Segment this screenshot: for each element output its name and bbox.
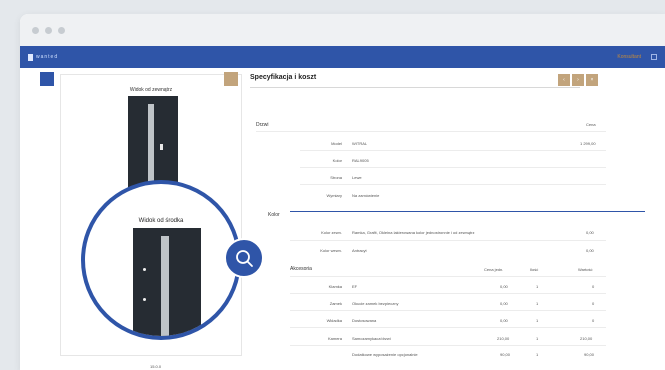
- divider: [300, 184, 606, 185]
- zoom-search-button[interactable]: [224, 238, 264, 278]
- col-header-total: Wartość: [578, 267, 593, 272]
- col-header-qty: Ilość: [530, 267, 539, 272]
- app-header: wanted Konsultant: [20, 46, 665, 68]
- row-value: Ramka, Grafit, Okleina lakierowana kolor…: [352, 230, 475, 235]
- section-underline: [290, 211, 645, 212]
- brand-logo[interactable]: wanted: [28, 53, 59, 61]
- row-value: Na zamówienie: [352, 193, 380, 198]
- section-doors: Drzwi: [256, 122, 269, 128]
- door-handle: [161, 236, 169, 336]
- section-color: Kolor: [268, 212, 280, 218]
- row-label: Zamek: [329, 301, 342, 306]
- row-unit: 0,00: [500, 318, 508, 323]
- price-header: Cena: [586, 122, 596, 127]
- divider: [290, 293, 606, 294]
- row-total: 0: [592, 284, 595, 289]
- window-dot[interactable]: [32, 26, 39, 34]
- row-price: 0,00: [586, 248, 594, 253]
- row-unit: 90,00: [500, 352, 511, 357]
- view-toggle-button[interactable]: [224, 72, 238, 86]
- door-bolt: [143, 298, 146, 301]
- row-unit: 210,00: [497, 336, 510, 341]
- user-name[interactable]: Konsultant: [617, 54, 641, 60]
- row-qty: 1: [536, 318, 539, 323]
- door-inside-image: [133, 228, 201, 336]
- row-qty: 1: [536, 352, 539, 357]
- row-label: Model: [331, 141, 342, 146]
- panel-footer-label: 15.0.0: [150, 364, 162, 369]
- brand-name: wanted: [36, 54, 59, 60]
- divider: [290, 327, 606, 328]
- row-label: Kolor wewn.: [320, 248, 342, 253]
- row-label: Kolor zewn.: [321, 230, 342, 235]
- row-total: 210,00: [580, 336, 593, 341]
- next-button[interactable]: ›: [572, 74, 584, 86]
- door-price: 1 299,00: [580, 141, 596, 146]
- window-titlebar: [20, 14, 665, 46]
- row-value: WITRAL: [352, 141, 368, 146]
- door-bolt: [143, 268, 146, 271]
- row-total: 0: [592, 318, 595, 323]
- divider: [290, 240, 606, 241]
- row-label: Wymiary: [326, 193, 342, 198]
- logo-icon: [28, 53, 33, 61]
- row-total: 90,00: [584, 352, 595, 357]
- row-label: Strona: [330, 175, 342, 180]
- divider: [290, 276, 606, 277]
- row-value: RAL9005: [352, 158, 369, 163]
- door-knob: [160, 144, 163, 150]
- row-qty: 1: [536, 301, 539, 306]
- prev-button[interactable]: ‹: [558, 74, 570, 86]
- row-unit: 0,00: [500, 284, 508, 289]
- row-value: Antracyt: [352, 248, 367, 253]
- row-value: Lewe: [352, 175, 362, 180]
- row-unit: 0,00: [500, 301, 508, 306]
- row-value: Dodatkowe wyposażenie opcjonalnie: [352, 352, 418, 357]
- divider: [300, 150, 606, 151]
- menu-icon[interactable]: [651, 54, 657, 60]
- window-dot[interactable]: [58, 26, 65, 34]
- row-qty: 1: [536, 336, 539, 341]
- close-button[interactable]: ×: [586, 74, 598, 86]
- row-value: Okucie zamek bezpieczny: [352, 301, 399, 306]
- col-header-unit: Cena jedn.: [484, 267, 504, 272]
- inside-view-label: Widok od środka: [138, 218, 184, 224]
- row-label: Kolor: [332, 158, 342, 163]
- row-value: EF: [352, 284, 358, 289]
- row-qty: 1: [536, 284, 539, 289]
- row-label: Klamka: [328, 284, 342, 289]
- divider: [256, 131, 606, 132]
- row-value: Samozamykacz/drzwi: [352, 336, 391, 341]
- zoom-magnifier: Widok od środka: [81, 180, 241, 340]
- back-button[interactable]: [40, 72, 54, 86]
- row-total: 0: [592, 301, 595, 306]
- window-dot[interactable]: [45, 26, 52, 34]
- divider: [290, 345, 606, 346]
- spec-toolbar: ‹ › ×: [558, 74, 598, 86]
- outside-view-label: Widok od zewnątrz: [129, 87, 173, 93]
- section-accessories: Akcesoria: [290, 266, 312, 272]
- divider: [250, 87, 580, 88]
- divider: [300, 167, 606, 168]
- row-label: Kamera: [327, 336, 342, 341]
- row-label: Wkładka: [326, 318, 342, 323]
- row-value: Dostosowana: [352, 318, 377, 323]
- row-price: 0,00: [586, 230, 594, 235]
- search-icon: [236, 250, 253, 267]
- divider: [290, 310, 606, 311]
